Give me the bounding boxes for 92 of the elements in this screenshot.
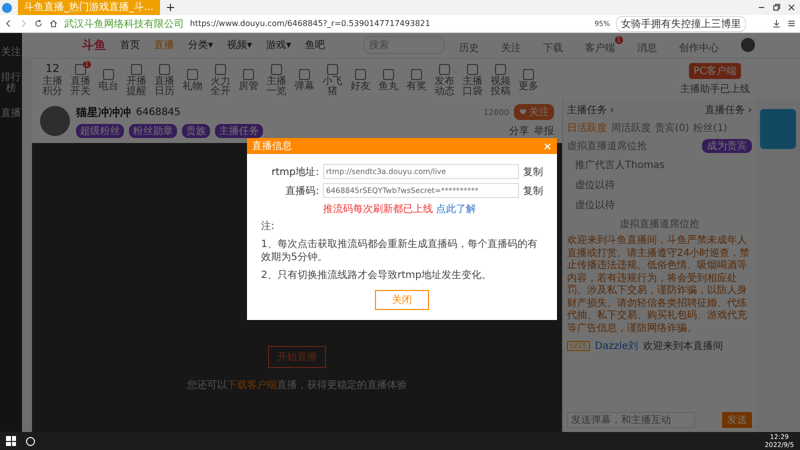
toolbar-button[interactable]: 直播日历 <box>154 60 175 98</box>
warning-text: 推流码每次刷新都已上线 点此了解 <box>323 202 478 216</box>
pc-client-button[interactable]: PC客户端 <box>689 62 740 78</box>
rank-footer: 虚拟直播道席位抢 <box>567 217 752 231</box>
rank-tab[interactable]: 贵宾(0) <box>655 121 690 135</box>
sidebar-item[interactable]: 关注 <box>1 47 21 58</box>
site-logo[interactable]: 斗鱼 <box>82 36 106 54</box>
task-link[interactable]: 直播任务 › <box>704 103 752 117</box>
chat-input-field[interactable]: 发送弹幕，和主播互动 <box>567 412 695 428</box>
toolbar-button[interactable]: 火力全开 <box>210 60 231 98</box>
toolbar-button[interactable]: 有奖 <box>406 66 427 92</box>
sidebar-item[interactable]: 排行榜 <box>1 72 21 94</box>
restore-icon[interactable] <box>772 3 781 12</box>
new-tab-icon[interactable] <box>166 3 175 12</box>
search-icon[interactable] <box>26 436 35 446</box>
note-text: 1、每次点击获取推流码都会重新生成直播码，每个直播码的有效期为5分钟。 <box>261 238 538 264</box>
nav-item[interactable]: 鱼吧 <box>305 38 326 52</box>
header-action[interactable]: 历史 <box>459 36 488 54</box>
send-button[interactable]: 发送 <box>722 412 752 428</box>
note-text: 注: <box>261 220 276 234</box>
streamer-avatar <box>40 106 70 136</box>
rank-title: 虚拟直播道席位抢 <box>567 140 647 153</box>
home-icon[interactable] <box>49 19 58 28</box>
toolbar-button[interactable]: 好友 <box>350 66 371 92</box>
toolbar-button[interactable]: 更多 <box>518 66 539 92</box>
copy-link[interactable]: 复制 <box>523 164 543 178</box>
heart-icon <box>519 108 527 116</box>
toolbar-button[interactable]: 发布动态 <box>434 60 455 98</box>
task-link[interactable]: 主播任务 › <box>567 103 614 117</box>
close-button[interactable]: 关闭 <box>375 290 429 310</box>
address-field[interactable]: https://www.douyu.com/6468845?_r=0.5390147717493821 <box>190 19 430 28</box>
note-text: 2、只有切换推流线路才会导致rtmp地址发生变化。 <box>261 268 492 282</box>
toolbar-button[interactable]: 礼物 <box>182 66 203 92</box>
points-value: 12 <box>46 63 60 75</box>
site-owner: 武汉斗鱼网络科技有限公司 <box>64 18 184 30</box>
avatar-icon[interactable] <box>741 38 756 52</box>
back-icon[interactable] <box>4 19 13 28</box>
rank-user[interactable]: 虚位以待 <box>567 197 752 213</box>
learn-more-link[interactable]: 点此了解 <box>436 204 476 215</box>
client-tip: 您还可以下载客户端直播，获得更稳定的直播体验 <box>187 378 407 392</box>
header-action[interactable]: 关注 <box>501 36 530 54</box>
copy-link[interactable]: 复制 <box>523 184 543 198</box>
become-vip-button[interactable]: 成为贵宾 <box>702 139 752 153</box>
toolbar-button[interactable]: 主播一览 <box>266 60 287 98</box>
nav-item[interactable]: 直播 <box>154 38 174 52</box>
nav-item[interactable]: 分类▾ <box>188 38 214 52</box>
toolbar-button[interactable]: 鱼丸 <box>378 66 399 92</box>
streamer-name: 猫星冲冲冲 <box>76 104 131 120</box>
report-link[interactable]: 举报 <box>534 124 554 138</box>
toolbar-button[interactable]: 电台 <box>98 66 119 92</box>
header-action[interactable]: 下载 <box>543 36 572 54</box>
menu-icon[interactable] <box>787 19 796 28</box>
tool-label: 主播积分 <box>42 76 63 98</box>
browser-search-field[interactable]: 女骑手拥有失控撞上三博里 <box>616 16 746 32</box>
close-icon[interactable] <box>787 3 796 12</box>
browser-logo-icon <box>2 2 12 12</box>
toolbar-button[interactable]: 房管 <box>238 66 259 92</box>
toolbar-button[interactable]: 开播提醒 <box>126 60 147 98</box>
tag[interactable]: 贵族 <box>182 124 210 138</box>
toolbar-button[interactable]: 视频投稿 <box>490 60 511 98</box>
toolbar-button[interactable]: 主播口袋 <box>462 60 483 98</box>
nav-item[interactable]: 游戏▾ <box>266 38 292 52</box>
browser-tab[interactable]: 斗鱼直播_热门游戏直播_斗... <box>18 0 160 15</box>
rank-tab[interactable]: 粉丝(1) <box>693 121 728 135</box>
chat-message: 欢迎来到本直播间 <box>643 340 724 353</box>
header-action[interactable]: 消息 <box>637 36 666 54</box>
tag[interactable]: 超级粉丝 <box>76 124 124 138</box>
tag[interactable]: 粉丝勋章 <box>129 124 177 138</box>
dialog-title: 直播信息 <box>252 140 292 153</box>
nav-item[interactable]: 首页 <box>120 38 140 52</box>
tag[interactable]: 主播任务 <box>215 124 263 138</box>
room-number: 6468845 <box>136 106 181 118</box>
nav-item[interactable]: 视频▾ <box>227 38 252 52</box>
share-link[interactable]: 分享 <box>509 124 529 138</box>
pc-client-note: 主播助手已上线 <box>680 82 750 96</box>
notice-text: 欢迎来到斗鱼直播间，斗鱼严禁未成年人直播或打赏。请主播遵守24小时巡查，禁止传播违法违规、低俗色情、吸烟喝酒等内容，若有违规行为，将会受到相应处罚。涉及私下交易，谨防诈骗，以防人身财产损失。请勿轻信各类招聘征婚、代练代抽、私下交易、购买礼包码、游戏代充等广告信息，谨防网络诈骗。 <box>567 235 751 335</box>
sidebar-item[interactable]: 直播 <box>1 108 21 119</box>
rank-tab[interactable]: 周活跃度 <box>611 121 651 135</box>
rank-user[interactable]: 推广代言人Thomas <box>567 157 752 173</box>
rank-tab[interactable]: 日活跃度 <box>567 121 607 135</box>
chat-user[interactable]: Dazzle刘 <box>594 339 638 353</box>
download-icon[interactable] <box>772 19 781 28</box>
start-icon[interactable] <box>6 436 16 446</box>
download-client-link[interactable]: 下载客户端 <box>227 380 277 391</box>
field-label: 直播码: <box>284 184 319 198</box>
follow-button[interactable]: 关注 <box>514 104 554 120</box>
rank-user[interactable]: 虚位以待 <box>567 177 752 193</box>
toolbar-button[interactable]: 小飞猪 <box>322 60 343 98</box>
header-action[interactable]: 创作中心 <box>679 36 728 54</box>
toolbar-button[interactable]: 弹幕 <box>294 66 315 92</box>
reload-icon[interactable] <box>34 19 43 28</box>
field-label: rtmp地址: <box>270 166 319 178</box>
